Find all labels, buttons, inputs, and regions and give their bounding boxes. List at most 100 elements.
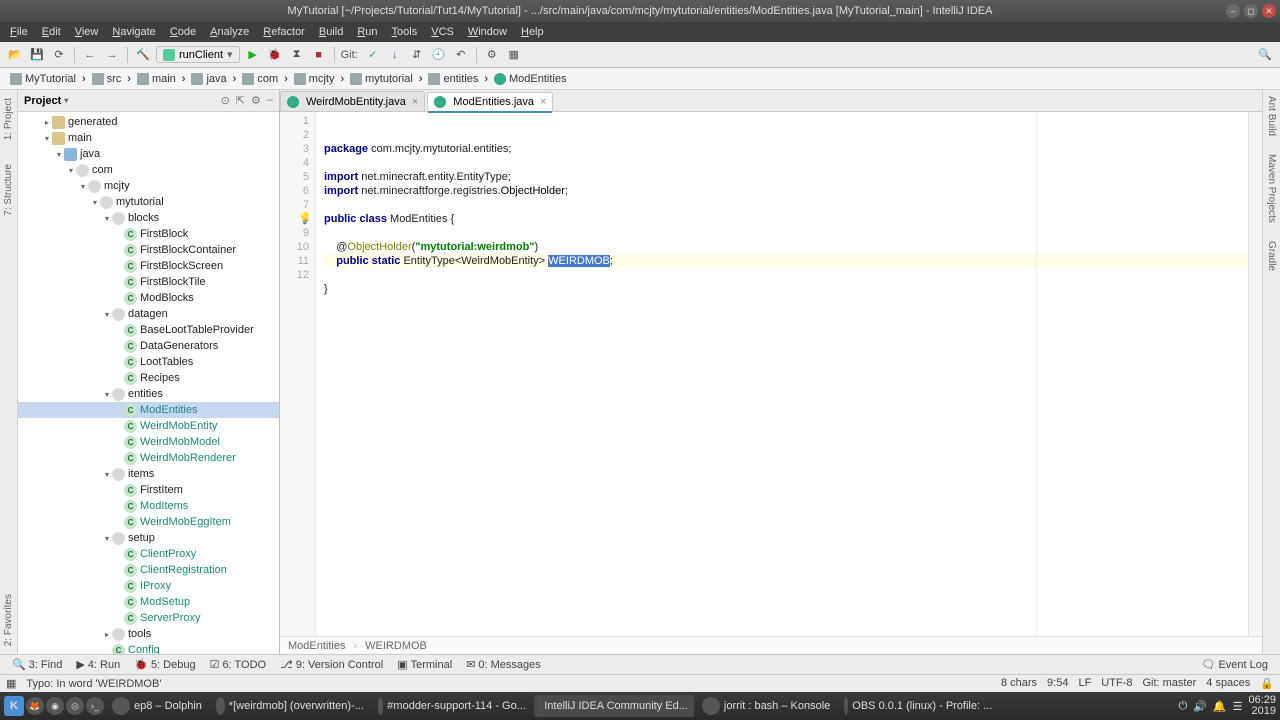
breadcrumb-item[interactable]: WEIRDMOB bbox=[365, 640, 427, 652]
tree-arrow-icon[interactable]: ▸ bbox=[42, 118, 52, 127]
taskbar-task[interactable]: IntelliJ IDEA Community Ed... bbox=[534, 695, 694, 717]
tree-arrow-icon[interactable]: ▾ bbox=[66, 166, 76, 175]
tool-find-tab[interactable]: 🔍 3: Find bbox=[6, 657, 68, 672]
tree-row[interactable]: ▾entities bbox=[18, 386, 279, 402]
tree-row[interactable]: ▾items bbox=[18, 466, 279, 482]
tool-ant-tab[interactable]: Ant Build bbox=[1266, 96, 1277, 136]
run-config-selector[interactable]: runClient ▾ bbox=[156, 46, 240, 63]
taskbar-task[interactable]: ep8 – Dolphin bbox=[106, 695, 208, 717]
tray-icon[interactable]: 🔔 bbox=[1213, 700, 1227, 713]
intention-bulb-icon[interactable]: 💡 bbox=[298, 212, 312, 226]
menu-file[interactable]: File bbox=[4, 24, 34, 40]
tool-todo-tab[interactable]: ☑ 6: TODO bbox=[204, 657, 272, 672]
tree-row[interactable]: CModItems bbox=[18, 498, 279, 514]
chrome-icon[interactable]: ◉ bbox=[46, 697, 64, 715]
tree-arrow-icon[interactable]: ▾ bbox=[102, 534, 112, 543]
line-separator[interactable]: LF bbox=[1078, 677, 1091, 690]
breadcrumb-item[interactable]: ModEntities bbox=[288, 640, 345, 652]
hide-icon[interactable]: – bbox=[267, 94, 273, 107]
tool-debug-tab[interactable]: 🐞 5: Debug bbox=[128, 657, 201, 672]
git-branch[interactable]: Git: master bbox=[1142, 677, 1196, 690]
tree-row[interactable]: CFirstBlockTile bbox=[18, 274, 279, 290]
nav-item[interactable]: entities bbox=[424, 72, 482, 86]
collapse-icon[interactable]: ⇱ bbox=[236, 94, 245, 107]
search-everywhere-icon[interactable]: 🔍 bbox=[1256, 46, 1274, 64]
open-icon[interactable]: 📂 bbox=[6, 46, 24, 64]
git-compare-icon[interactable]: ⇵ bbox=[408, 46, 426, 64]
tree-row[interactable]: CWeirdMobEntity bbox=[18, 418, 279, 434]
locate-icon[interactable]: ⊙ bbox=[221, 94, 230, 107]
sync-icon[interactable]: ⟳ bbox=[50, 46, 68, 64]
tree-row[interactable]: ▸generated bbox=[18, 114, 279, 130]
taskbar-task[interactable]: #modder-support-114 - Go... bbox=[372, 695, 532, 717]
firefox-icon[interactable]: 🦊 bbox=[26, 697, 44, 715]
taskbar-task[interactable]: OBS 0.0.1 (linux) - Profile: ... bbox=[838, 695, 998, 717]
terminal-icon[interactable]: ›_ bbox=[86, 697, 104, 715]
tree-row[interactable]: ▾mytutorial bbox=[18, 194, 279, 210]
tree-row[interactable]: CLootTables bbox=[18, 354, 279, 370]
tree-row[interactable]: CClientProxy bbox=[18, 546, 279, 562]
gear-icon[interactable]: ⚙ bbox=[251, 94, 261, 107]
settings-icon[interactable]: ⚙ bbox=[483, 46, 501, 64]
save-icon[interactable]: 💾 bbox=[28, 46, 46, 64]
build-icon[interactable]: 🔨 bbox=[134, 46, 152, 64]
tool-maven-tab[interactable]: Maven Projects bbox=[1266, 154, 1277, 223]
error-stripe[interactable] bbox=[1248, 112, 1262, 636]
menu-view[interactable]: View bbox=[69, 24, 105, 40]
nav-item[interactable]: mcjty bbox=[290, 72, 339, 86]
caret-position[interactable]: 9:54 bbox=[1047, 677, 1068, 690]
tree-row[interactable]: CBaseLootTableProvider bbox=[18, 322, 279, 338]
tree-row[interactable]: ▾mcjty bbox=[18, 178, 279, 194]
project-tree[interactable]: ▸generated▾main▾java▾com▾mcjty▾mytutoria… bbox=[18, 112, 279, 654]
nav-item[interactable]: java bbox=[187, 72, 230, 86]
module-icon[interactable]: ▦ bbox=[505, 46, 523, 64]
window-close-icon[interactable]: ✕ bbox=[1262, 4, 1276, 18]
tool-favorites-tab[interactable]: 2: Favorites bbox=[3, 594, 14, 646]
tree-row[interactable]: CModSetup bbox=[18, 594, 279, 610]
menu-window[interactable]: Window bbox=[462, 24, 513, 40]
editor-tab[interactable]: ModEntities.java× bbox=[427, 92, 553, 112]
start-menu-icon[interactable]: K bbox=[4, 696, 24, 716]
menu-vcs[interactable]: VCS bbox=[425, 24, 460, 40]
nav-item[interactable]: MyTutorial bbox=[6, 72, 80, 86]
menu-edit[interactable]: Edit bbox=[36, 24, 67, 40]
run-icon[interactable]: ▶ bbox=[244, 46, 262, 64]
nav-item[interactable]: ModEntities bbox=[490, 72, 570, 86]
indent-info[interactable]: 4 spaces bbox=[1206, 677, 1250, 690]
event-log-tab[interactable]: 🗨 Event Log bbox=[1195, 657, 1274, 672]
forward-icon[interactable]: → bbox=[103, 46, 121, 64]
tree-row[interactable]: CIProxy bbox=[18, 578, 279, 594]
stop-icon[interactable]: ■ bbox=[310, 46, 328, 64]
tree-row[interactable]: CConfig bbox=[18, 642, 279, 654]
menu-analyze[interactable]: Analyze bbox=[204, 24, 255, 40]
tool-vcs-tab[interactable]: ⎇ 9: Version Control bbox=[274, 657, 389, 672]
tree-arrow-icon[interactable]: ▾ bbox=[42, 134, 52, 143]
clock[interactable]: 06:29 2019 bbox=[1248, 695, 1276, 717]
nav-item[interactable]: main bbox=[133, 72, 180, 86]
nav-item[interactable]: mytutorial bbox=[346, 72, 417, 86]
tree-row[interactable]: CWeirdMobEggItem bbox=[18, 514, 279, 530]
menu-build[interactable]: Build bbox=[313, 24, 349, 40]
tool-gradle-tab[interactable]: Gradle bbox=[1266, 241, 1277, 271]
tool-structure-tab[interactable]: 7: Structure bbox=[3, 164, 14, 216]
back-icon[interactable]: ← bbox=[81, 46, 99, 64]
tree-row[interactable]: ▾setup bbox=[18, 530, 279, 546]
tool-run-tab[interactable]: ▶ 4: Run bbox=[70, 657, 126, 672]
tree-row[interactable]: CFirstBlockScreen bbox=[18, 258, 279, 274]
tree-row[interactable]: CRecipes bbox=[18, 370, 279, 386]
window-minimize-icon[interactable]: – bbox=[1226, 4, 1240, 18]
tool-project-tab[interactable]: 1: Project bbox=[3, 98, 14, 140]
tree-row[interactable]: CModBlocks bbox=[18, 290, 279, 306]
tree-row[interactable]: CServerProxy bbox=[18, 610, 279, 626]
menu-code[interactable]: Code bbox=[164, 24, 202, 40]
debug-icon[interactable]: 🐞 bbox=[266, 46, 284, 64]
tree-row[interactable]: CFirstBlock bbox=[18, 226, 279, 242]
close-tab-icon[interactable]: × bbox=[412, 96, 418, 108]
menu-navigate[interactable]: Navigate bbox=[106, 24, 161, 40]
nav-item[interactable]: src bbox=[88, 72, 126, 86]
git-pull-icon[interactable]: ↓ bbox=[386, 46, 404, 64]
tree-row[interactable]: ▾main bbox=[18, 130, 279, 146]
editor-tab[interactable]: WeirdMobEntity.java× bbox=[280, 91, 425, 111]
menu-help[interactable]: Help bbox=[515, 24, 550, 40]
file-encoding[interactable]: UTF-8 bbox=[1101, 677, 1132, 690]
